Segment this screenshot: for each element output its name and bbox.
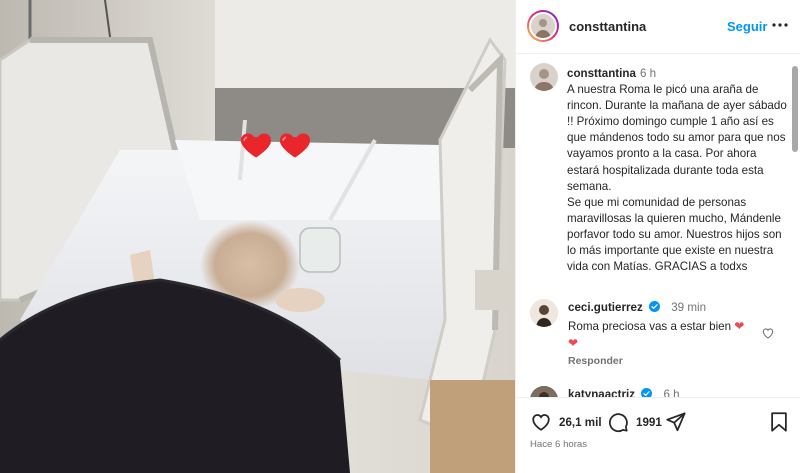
like-action[interactable]: 26,1 mil [530,410,602,434]
caption-paragraph-1: A nuestra Roma le picó una araña de rinc… [567,83,787,193]
red-heart-emoji-icon: ❤ [734,319,745,333]
comment-text-content: Roma preciosa vas a estar bien [568,320,732,333]
caption-time: 6 h [639,67,657,80]
comment-username[interactable]: ceci.gutierrez [568,301,643,314]
comment-time: 39 min [671,301,707,314]
post-timestamp[interactable]: Hace 6 horas [530,439,587,450]
verified-badge-icon [648,301,660,312]
author-avatar[interactable] [527,10,559,42]
comment-avatar[interactable] [530,299,558,327]
reply-button[interactable]: Responder [568,355,623,367]
verified-badge-icon [641,388,653,397]
caption-username[interactable]: consttantina [567,67,636,80]
caption-paragraph-2: Se que mi comunidad de personas maravill… [567,195,782,274]
comment-header: ceci.gutierrez 39 min [568,301,706,314]
comment-text: Roma preciosa vas a estar bien ❤ ❤ [568,318,768,352]
heart-sticker-1 [238,126,274,162]
comment-icon[interactable] [607,411,629,433]
comments-scrollbar[interactable] [792,66,798,152]
more-options-icon[interactable] [770,17,790,33]
comment-username[interactable]: katynaactriz [568,388,635,397]
heart-sticker-2 [277,126,313,162]
caption-avatar[interactable] [530,63,558,91]
comment-time: 6 h [663,388,680,397]
red-heart-emoji-icon: ❤ [568,336,579,350]
post-side-panel: consttantina Seguir consttantina 6 h A nu… [515,0,800,473]
hospital-bed-photo [0,0,515,473]
post-photo[interactable] [0,0,515,473]
follow-button[interactable]: Seguir [727,19,767,34]
comment-avatar[interactable] [530,386,558,397]
bookmark-icon[interactable] [768,411,790,433]
comment-header: katynaactriz 6 h [568,388,680,397]
like-comment-icon[interactable] [761,326,775,340]
heart-icon[interactable] [530,411,552,433]
comment-action[interactable]: 1991 [607,410,662,434]
like-count[interactable]: 26,1 mil [559,416,602,429]
comment-count[interactable]: 1991 [636,416,662,429]
comments-scroll-area[interactable]: consttantina 6 h A nuestra Roma le picó u… [516,54,800,397]
share-icon[interactable] [665,411,687,433]
post-header: consttantina Seguir [516,0,800,54]
post-caption: consttantina 6 h A nuestra Roma le picó u… [567,66,789,275]
save-action[interactable] [768,410,790,434]
share-action[interactable] [665,410,687,434]
author-username[interactable]: consttantina [569,19,646,34]
post-actions: 26,1 mil 1991 Hace 6 horas [516,397,800,473]
